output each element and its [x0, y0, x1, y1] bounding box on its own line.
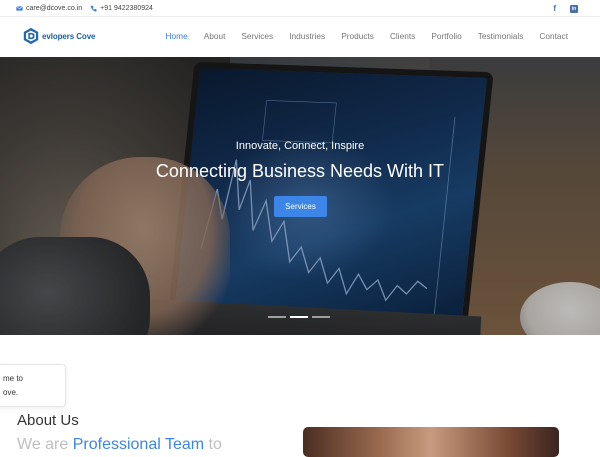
- social-links: f in: [553, 0, 578, 17]
- carousel-indicator-3[interactable]: [312, 316, 330, 318]
- services-button[interactable]: Services: [274, 196, 327, 217]
- welcome-line-1: me to: [3, 374, 24, 383]
- top-contact-bar: care@dcove.co.in +91 9422380924 f in: [0, 0, 600, 17]
- main-nav: Home About Services Industries Products …: [150, 31, 568, 41]
- welcome-card: me to ove.: [0, 364, 66, 407]
- phone-text: +91 9422380924: [100, 4, 153, 12]
- phone-icon: [90, 5, 97, 11]
- phone-contact[interactable]: +91 9422380924: [90, 5, 153, 12]
- site-logo[interactable]: evlopers Cove: [22, 27, 96, 45]
- carousel-indicator-1[interactable]: [268, 316, 286, 318]
- about-team-image: [303, 427, 559, 457]
- nav-about[interactable]: About: [204, 31, 226, 41]
- about-title: About Us: [17, 412, 79, 429]
- about-sub-prefix: We are: [17, 436, 73, 453]
- nav-portfolio[interactable]: Portfolio: [431, 31, 461, 41]
- logo-text: evlopers Cove: [42, 31, 96, 41]
- facebook-icon[interactable]: f: [553, 4, 556, 13]
- nav-contact[interactable]: Contact: [539, 31, 568, 41]
- nav-home[interactable]: Home: [166, 31, 188, 41]
- carousel-indicators: [268, 316, 330, 318]
- linkedin-icon[interactable]: in: [570, 4, 578, 13]
- hero-carousel: Innovate, Connect, Inspire Connecting Bu…: [0, 57, 600, 335]
- nav-services[interactable]: Services: [241, 31, 273, 41]
- nav-clients[interactable]: Clients: [390, 31, 415, 41]
- nav-industries[interactable]: Industries: [289, 31, 325, 41]
- carousel-indicator-2[interactable]: [290, 316, 308, 318]
- about-subtitle: We are Professional Team to: [17, 436, 222, 454]
- logo-hexagon-icon: [23, 27, 39, 45]
- hero-subtitle: Innovate, Connect, Inspire: [235, 140, 365, 152]
- nav-testimonials[interactable]: Testimonials: [478, 31, 524, 41]
- about-sub-suffix: to: [204, 436, 222, 453]
- email-text: care@dcove.co.in: [26, 4, 83, 12]
- hero-title: Connecting Business Needs With IT: [155, 161, 445, 181]
- nav-products[interactable]: Products: [341, 31, 374, 41]
- email-contact[interactable]: care@dcove.co.in: [16, 5, 82, 12]
- welcome-line-2: ove.: [3, 388, 19, 397]
- site-header: evlopers Cove Home About Services Indust…: [0, 18, 600, 56]
- envelope-icon: [16, 5, 23, 11]
- about-sub-highlight: Professional Team: [72, 436, 205, 453]
